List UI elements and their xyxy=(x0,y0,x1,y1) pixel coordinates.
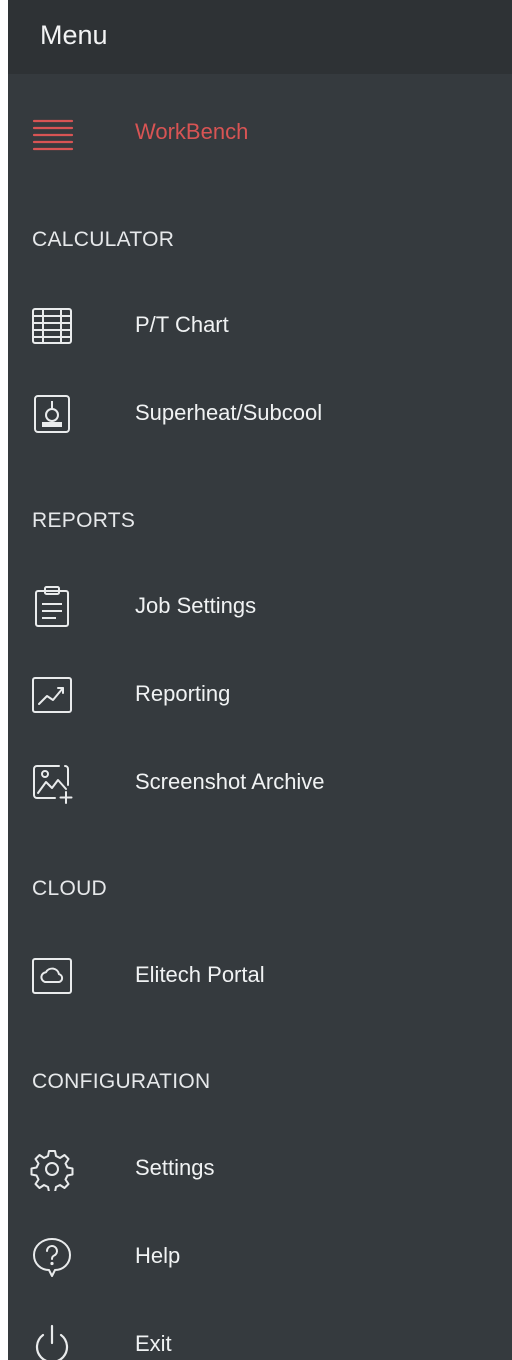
menu-item-label: Superheat/Subcool xyxy=(135,400,323,425)
menu-item-label: Reporting xyxy=(135,681,231,706)
clipboard-icon xyxy=(28,585,76,629)
menu-item-pt-chart[interactable]: P/T Chart xyxy=(8,296,512,356)
power-icon xyxy=(28,1323,76,1360)
menu-item-label: Exit xyxy=(135,1331,172,1356)
menu-item-workbench[interactable]: WorkBench xyxy=(8,103,512,163)
menu-item-label: Elitech Portal xyxy=(135,962,265,987)
navigation-drawer: Menu WorkBench CALCULATOR P/T Chart Supe… xyxy=(8,0,512,1360)
menu-item-settings[interactable]: Settings xyxy=(8,1139,512,1199)
cloud-icon xyxy=(28,954,76,998)
menu-item-job-settings[interactable]: Job Settings xyxy=(8,577,512,637)
menu-item-label: WorkBench xyxy=(135,119,249,144)
thermometer-icon xyxy=(28,392,76,436)
section-header-configuration: CONFIGURATION xyxy=(32,1070,211,1093)
gear-icon xyxy=(28,1147,76,1191)
drawer-header: Menu xyxy=(8,0,512,74)
menu-item-label: Settings xyxy=(135,1155,215,1180)
menu-item-screenshot-archive[interactable]: Screenshot Archive xyxy=(8,753,512,813)
menu-item-reporting[interactable]: Reporting xyxy=(8,665,512,725)
image-add-icon xyxy=(28,761,76,805)
section-header-reports: REPORTS xyxy=(32,509,136,532)
drawer-title: Menu xyxy=(40,20,108,50)
section-header-calculator: CALCULATOR xyxy=(32,228,175,251)
menu-item-elitech-portal[interactable]: Elitech Portal xyxy=(8,946,512,1006)
menu-item-help[interactable]: Help xyxy=(8,1227,512,1287)
menu-item-label: Job Settings xyxy=(135,593,257,618)
hamburger-icon xyxy=(28,111,76,155)
menu-item-label: Help xyxy=(135,1243,181,1268)
table-icon xyxy=(28,304,76,348)
section-header-cloud: CLOUD xyxy=(32,877,108,900)
menu-item-superheat-subcool[interactable]: Superheat/Subcool xyxy=(8,384,512,444)
help-icon xyxy=(28,1235,76,1279)
trend-chart-icon xyxy=(28,673,76,717)
menu-item-label: P/T Chart xyxy=(135,312,229,337)
menu-item-label: Screenshot Archive xyxy=(135,769,325,794)
menu-item-exit[interactable]: Exit xyxy=(8,1315,512,1360)
